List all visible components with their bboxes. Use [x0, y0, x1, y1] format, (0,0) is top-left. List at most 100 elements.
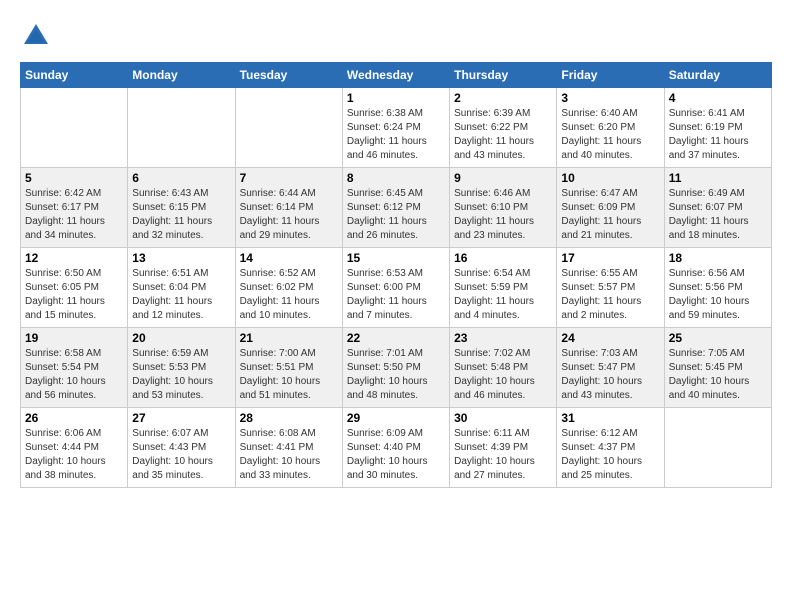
day-info: Sunrise: 7:05 AMSunset: 5:45 PMDaylight:…	[669, 347, 767, 403]
day-number: 24	[561, 331, 659, 345]
day-info: Sunrise: 6:09 AMSunset: 4:40 PMDaylight:…	[347, 427, 445, 483]
calendar-cell: 4 Sunrise: 6:41 AMSunset: 6:19 PMDaylight…	[664, 88, 771, 168]
calendar-cell: 29 Sunrise: 6:09 AMSunset: 4:40 PMDayligh…	[342, 408, 449, 488]
day-info: Sunrise: 6:43 AMSunset: 6:15 PMDaylight:…	[132, 187, 230, 243]
calendar-cell: 17 Sunrise: 6:55 AMSunset: 5:57 PMDayligh…	[557, 248, 664, 328]
calendar-cell: 19 Sunrise: 6:58 AMSunset: 5:54 PMDayligh…	[21, 328, 128, 408]
calendar-cell: 31 Sunrise: 6:12 AMSunset: 4:37 PMDayligh…	[557, 408, 664, 488]
calendar-cell	[664, 408, 771, 488]
day-info: Sunrise: 6:51 AMSunset: 6:04 PMDaylight:…	[132, 267, 230, 323]
day-info: Sunrise: 6:08 AMSunset: 4:41 PMDaylight:…	[240, 427, 338, 483]
day-number: 29	[347, 411, 445, 425]
calendar-cell: 7Sunrise: 6:44 AMSunset: 6:14 PMDaylight…	[235, 168, 342, 248]
calendar-cell: 1Sunrise: 6:38 AMSunset: 6:24 PMDaylight…	[342, 88, 449, 168]
day-info: Sunrise: 7:01 AMSunset: 5:50 PMDaylight:…	[347, 347, 445, 403]
day-number: 16	[454, 251, 552, 265]
day-number: 2	[454, 91, 552, 105]
day-info: Sunrise: 6:06 AMSunset: 4:44 PMDaylight:…	[25, 427, 123, 483]
calendar-page: SundayMondayTuesdayWednesdayThursdayFrid…	[0, 0, 792, 498]
day-info: Sunrise: 6:42 AMSunset: 6:17 PMDaylight:…	[25, 187, 123, 243]
calendar-cell: 21Sunrise: 7:00 AMSunset: 5:51 PMDayligh…	[235, 328, 342, 408]
calendar-week-row: 5 Sunrise: 6:42 AMSunset: 6:17 PMDaylight…	[21, 168, 772, 248]
weekday-header-saturday: Saturday	[664, 63, 771, 88]
day-info: Sunrise: 7:02 AMSunset: 5:48 PMDaylight:…	[454, 347, 552, 403]
day-number: 27	[132, 411, 230, 425]
calendar-cell	[21, 88, 128, 168]
weekday-header-row: SundayMondayTuesdayWednesdayThursdayFrid…	[21, 63, 772, 88]
calendar-cell: 26 Sunrise: 6:06 AMSunset: 4:44 PMDayligh…	[21, 408, 128, 488]
calendar-cell: 5 Sunrise: 6:42 AMSunset: 6:17 PMDaylight…	[21, 168, 128, 248]
day-number: 6	[132, 171, 230, 185]
calendar-week-row: 26 Sunrise: 6:06 AMSunset: 4:44 PMDayligh…	[21, 408, 772, 488]
calendar-week-row: 12Sunrise: 6:50 AMSunset: 6:05 PMDayligh…	[21, 248, 772, 328]
day-info: Sunrise: 6:11 AMSunset: 4:39 PMDaylight:…	[454, 427, 552, 483]
day-number: 5	[25, 171, 123, 185]
day-number: 17	[561, 251, 659, 265]
day-number: 30	[454, 411, 552, 425]
day-info: Sunrise: 6:50 AMSunset: 6:05 PMDaylight:…	[25, 267, 123, 323]
calendar-cell: 10 Sunrise: 6:47 AMSunset: 6:09 PMDayligh…	[557, 168, 664, 248]
day-info: Sunrise: 6:53 AMSunset: 6:00 PMDaylight:…	[347, 267, 445, 323]
weekday-header-thursday: Thursday	[450, 63, 557, 88]
day-info: Sunrise: 7:03 AMSunset: 5:47 PMDaylight:…	[561, 347, 659, 403]
calendar-cell: 23 Sunrise: 7:02 AMSunset: 5:48 PMDayligh…	[450, 328, 557, 408]
calendar-cell: 20Sunrise: 6:59 AMSunset: 5:53 PMDayligh…	[128, 328, 235, 408]
calendar-cell: 13 Sunrise: 6:51 AMSunset: 6:04 PMDayligh…	[128, 248, 235, 328]
calendar-table: SundayMondayTuesdayWednesdayThursdayFrid…	[20, 62, 772, 488]
day-info: Sunrise: 6:41 AMSunset: 6:19 PMDaylight:…	[669, 107, 767, 163]
calendar-cell: 22 Sunrise: 7:01 AMSunset: 5:50 PMDayligh…	[342, 328, 449, 408]
calendar-cell	[235, 88, 342, 168]
day-number: 22	[347, 331, 445, 345]
day-info: Sunrise: 6:54 AMSunset: 5:59 PMDaylight:…	[454, 267, 552, 323]
logo	[20, 20, 56, 52]
day-number: 28	[240, 411, 338, 425]
day-info: Sunrise: 6:58 AMSunset: 5:54 PMDaylight:…	[25, 347, 123, 403]
weekday-header-sunday: Sunday	[21, 63, 128, 88]
day-number: 21	[240, 331, 338, 345]
calendar-cell: 8 Sunrise: 6:45 AMSunset: 6:12 PMDaylight…	[342, 168, 449, 248]
day-number: 8	[347, 171, 445, 185]
day-info: Sunrise: 6:12 AMSunset: 4:37 PMDaylight:…	[561, 427, 659, 483]
calendar-cell: 12Sunrise: 6:50 AMSunset: 6:05 PMDayligh…	[21, 248, 128, 328]
day-info: Sunrise: 6:47 AMSunset: 6:09 PMDaylight:…	[561, 187, 659, 243]
calendar-cell: 2Sunrise: 6:39 AMSunset: 6:22 PMDaylight…	[450, 88, 557, 168]
calendar-week-row: 1Sunrise: 6:38 AMSunset: 6:24 PMDaylight…	[21, 88, 772, 168]
calendar-week-row: 19 Sunrise: 6:58 AMSunset: 5:54 PMDayligh…	[21, 328, 772, 408]
day-info: Sunrise: 6:56 AMSunset: 5:56 PMDaylight:…	[669, 267, 767, 323]
day-number: 9	[454, 171, 552, 185]
calendar-cell	[128, 88, 235, 168]
calendar-cell: 16 Sunrise: 6:54 AMSunset: 5:59 PMDayligh…	[450, 248, 557, 328]
day-info: Sunrise: 6:52 AMSunset: 6:02 PMDaylight:…	[240, 267, 338, 323]
day-number: 7	[240, 171, 338, 185]
day-info: Sunrise: 6:46 AMSunset: 6:10 PMDaylight:…	[454, 187, 552, 243]
weekday-header-tuesday: Tuesday	[235, 63, 342, 88]
day-number: 13	[132, 251, 230, 265]
day-number: 18	[669, 251, 767, 265]
day-number: 23	[454, 331, 552, 345]
day-number: 19	[25, 331, 123, 345]
day-info: Sunrise: 6:45 AMSunset: 6:12 PMDaylight:…	[347, 187, 445, 243]
calendar-cell: 14 Sunrise: 6:52 AMSunset: 6:02 PMDayligh…	[235, 248, 342, 328]
day-info: Sunrise: 6:07 AMSunset: 4:43 PMDaylight:…	[132, 427, 230, 483]
day-info: Sunrise: 6:40 AMSunset: 6:20 PMDaylight:…	[561, 107, 659, 163]
day-number: 31	[561, 411, 659, 425]
day-number: 20	[132, 331, 230, 345]
calendar-cell: 9 Sunrise: 6:46 AMSunset: 6:10 PMDaylight…	[450, 168, 557, 248]
day-info: Sunrise: 6:49 AMSunset: 6:07 PMDaylight:…	[669, 187, 767, 243]
calendar-cell: 24 Sunrise: 7:03 AMSunset: 5:47 PMDayligh…	[557, 328, 664, 408]
day-number: 10	[561, 171, 659, 185]
day-number: 26	[25, 411, 123, 425]
logo-icon	[20, 20, 52, 52]
day-number: 14	[240, 251, 338, 265]
calendar-cell: 25 Sunrise: 7:05 AMSunset: 5:45 PMDayligh…	[664, 328, 771, 408]
calendar-cell: 28 Sunrise: 6:08 AMSunset: 4:41 PMDayligh…	[235, 408, 342, 488]
day-number: 11	[669, 171, 767, 185]
day-number: 4	[669, 91, 767, 105]
calendar-cell: 27 Sunrise: 6:07 AMSunset: 4:43 PMDayligh…	[128, 408, 235, 488]
day-number: 15	[347, 251, 445, 265]
day-number: 25	[669, 331, 767, 345]
header	[20, 20, 772, 52]
calendar-cell: 18 Sunrise: 6:56 AMSunset: 5:56 PMDayligh…	[664, 248, 771, 328]
calendar-cell: 15 Sunrise: 6:53 AMSunset: 6:00 PMDayligh…	[342, 248, 449, 328]
day-info: Sunrise: 6:55 AMSunset: 5:57 PMDaylight:…	[561, 267, 659, 323]
